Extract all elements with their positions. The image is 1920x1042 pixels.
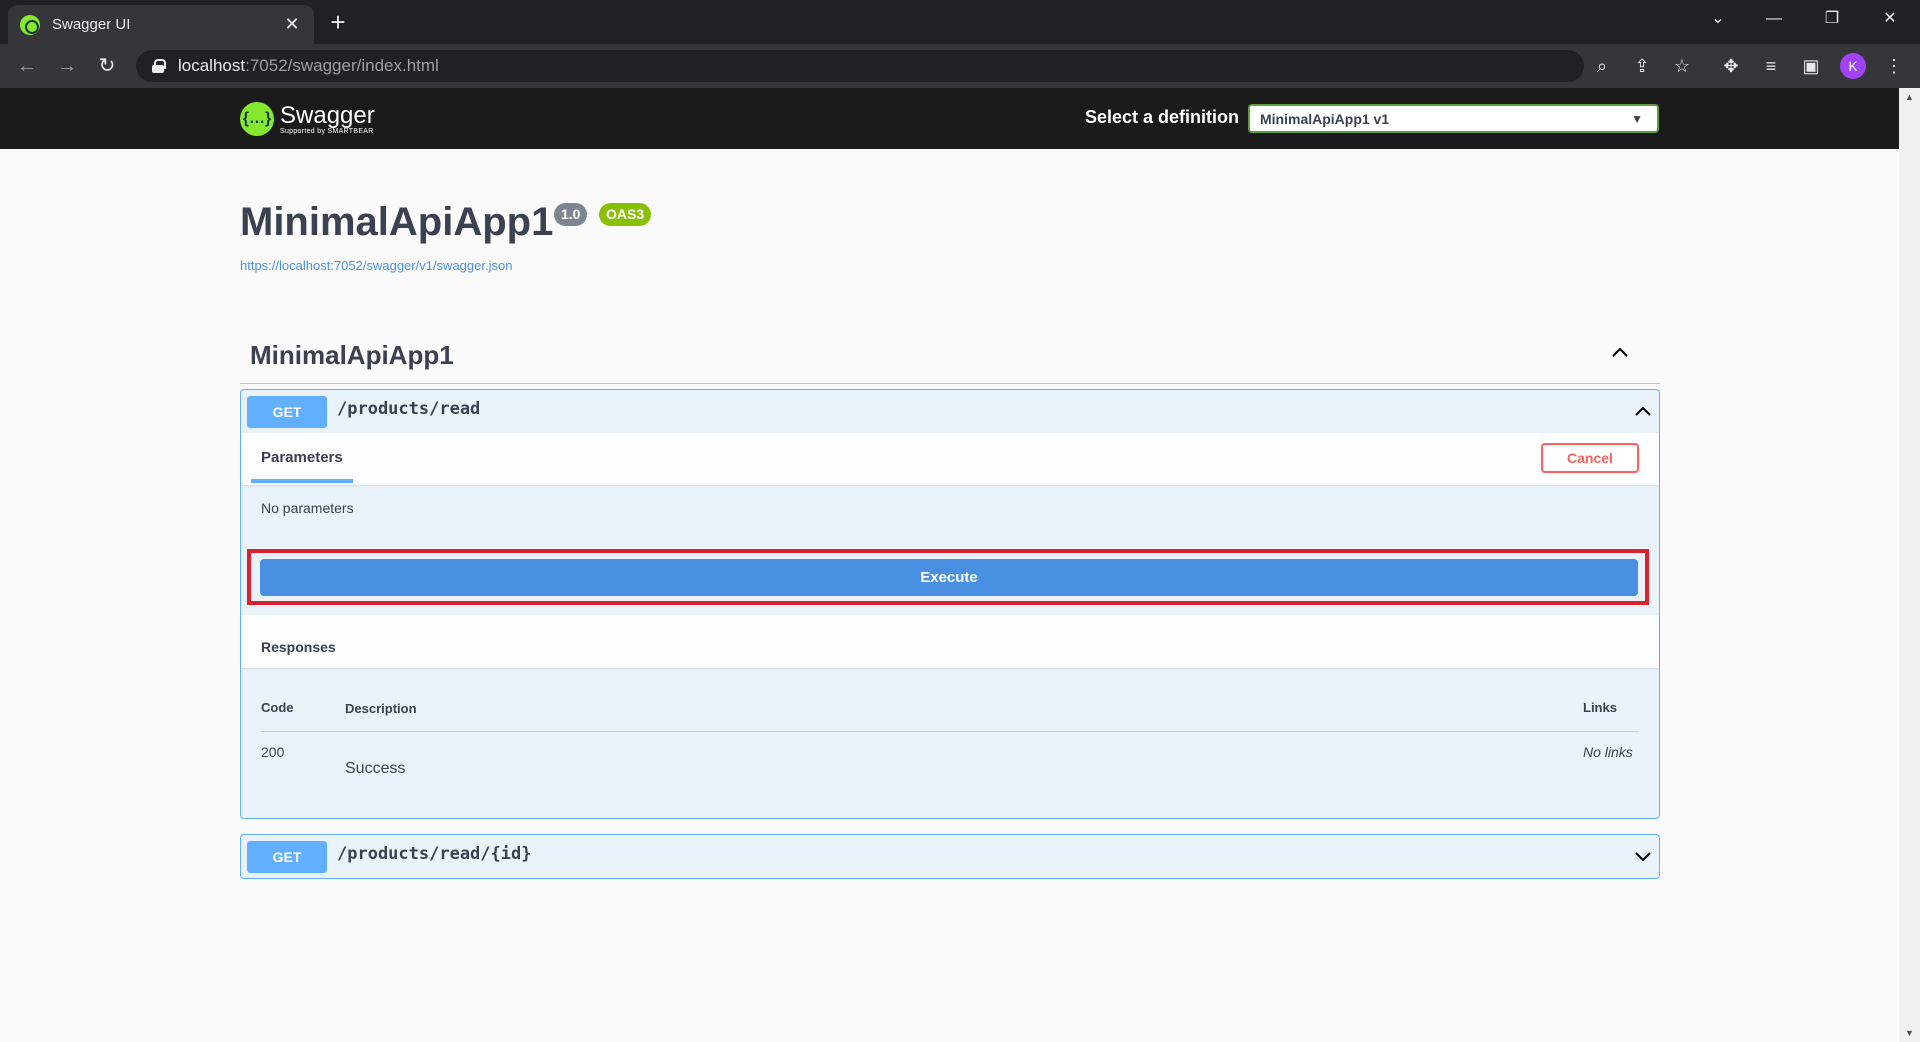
browser-tab[interactable]: Swagger UI ✕ bbox=[8, 5, 314, 44]
operation-path: /products/read/{id} bbox=[337, 844, 532, 864]
swagger-logo[interactable]: {…} Swagger Supported by SMARTBEAR bbox=[240, 99, 375, 139]
bookmark-star-icon[interactable]: ☆ bbox=[1670, 54, 1694, 78]
opblock-summary[interactable]: GET /products/read/{id} bbox=[241, 835, 1659, 877]
oas-badge: OAS3 bbox=[599, 203, 652, 226]
definition-selected-value: MinimalApiApp1 v1 bbox=[1260, 111, 1390, 127]
page-scrollbar[interactable] bbox=[1899, 88, 1920, 1042]
parameters-tab-underline bbox=[251, 479, 353, 483]
execute-button[interactable]: Execute bbox=[260, 559, 1638, 596]
responses-column-links: Links bbox=[1583, 700, 1617, 715]
back-arrow-icon[interactable]: ← bbox=[14, 53, 40, 79]
version-badge: 1.0 bbox=[554, 203, 588, 226]
tab-close-icon[interactable]: ✕ bbox=[282, 14, 302, 35]
swagger-logo-text: Swagger bbox=[280, 101, 375, 129]
chevron-up-icon[interactable] bbox=[1633, 401, 1653, 421]
responses-section-header: Responses bbox=[241, 615, 1659, 668]
profile-avatar[interactable]: K bbox=[1840, 53, 1866, 79]
no-parameters-text: No parameters bbox=[261, 500, 354, 516]
share-icon[interactable]: ⇪ bbox=[1630, 54, 1654, 78]
forward-arrow-icon[interactable]: → bbox=[54, 53, 80, 79]
restore-icon[interactable]: ❐ bbox=[1804, 0, 1860, 38]
tab-title: Swagger UI bbox=[52, 16, 131, 33]
swagger-favicon-icon bbox=[20, 14, 40, 35]
responses-title: Responses bbox=[261, 639, 336, 655]
close-window-icon[interactable]: ✕ bbox=[1862, 0, 1918, 38]
swagger-logo-icon: {…} bbox=[240, 102, 274, 136]
operation-path: /products/read bbox=[337, 399, 481, 419]
response-links: No links bbox=[1583, 744, 1633, 760]
http-method-badge: GET bbox=[247, 396, 327, 428]
scroll-down-arrow-icon[interactable]: ▼ bbox=[1899, 1024, 1920, 1042]
response-description: Success bbox=[345, 760, 406, 777]
api-title: MinimalApiApp1 bbox=[240, 200, 554, 244]
lock-icon bbox=[152, 59, 166, 73]
reload-icon[interactable]: ↻ bbox=[94, 53, 120, 79]
minimize-icon[interactable]: — bbox=[1746, 0, 1802, 38]
tag-title: MinimalApiApp1 bbox=[250, 340, 454, 370]
opblock-get-products-read-id: GET /products/read/{id} bbox=[240, 834, 1660, 879]
browser-menu-icon[interactable]: ⋮ bbox=[1882, 54, 1906, 78]
responses-divider bbox=[261, 731, 1639, 732]
tag-section-header[interactable]: MinimalApiApp1 bbox=[240, 330, 1660, 384]
definition-label: Select a definition bbox=[1085, 107, 1240, 127]
cancel-button[interactable]: Cancel bbox=[1541, 443, 1639, 473]
definition-select[interactable]: MinimalApiApp1 v1 ▼ bbox=[1248, 104, 1659, 133]
http-method-badge: GET bbox=[247, 841, 327, 873]
chevron-up-icon[interactable] bbox=[1610, 342, 1630, 362]
spec-json-link[interactable]: https://localhost:7052/swagger/v1/swagge… bbox=[240, 258, 512, 273]
scroll-up-arrow-icon[interactable]: ▲ bbox=[1899, 88, 1920, 106]
url-host: localhost bbox=[178, 56, 246, 75]
chevron-down-icon[interactable] bbox=[1633, 846, 1653, 866]
parameters-tab[interactable]: Parameters bbox=[261, 449, 343, 466]
chevron-down-icon: ▼ bbox=[1631, 112, 1643, 126]
side-panel-icon[interactable]: ▣ bbox=[1799, 54, 1823, 78]
opblock-summary[interactable]: GET /products/read bbox=[241, 390, 1659, 432]
responses-column-code: Code bbox=[261, 700, 294, 715]
extensions-puzzle-icon[interactable]: ✥ bbox=[1719, 54, 1743, 78]
tab-search-chevron-icon[interactable]: ⌄ bbox=[1690, 0, 1746, 38]
address-bar[interactable]: localhost:7052/swagger/index.html bbox=[136, 50, 1584, 82]
media-queue-icon[interactable]: ≡ bbox=[1759, 54, 1783, 78]
new-tab-plus-icon[interactable]: + bbox=[324, 8, 352, 36]
responses-column-description: Description bbox=[345, 701, 417, 716]
zoom-magnifier-icon[interactable]: ⌕ bbox=[1590, 54, 1614, 78]
parameters-section-header: Parameters Cancel bbox=[241, 433, 1659, 485]
response-code: 200 bbox=[261, 744, 285, 760]
url-path: :7052/swagger/index.html bbox=[245, 56, 439, 75]
swagger-logo-subtext: Supported by SMARTBEAR bbox=[280, 127, 374, 135]
